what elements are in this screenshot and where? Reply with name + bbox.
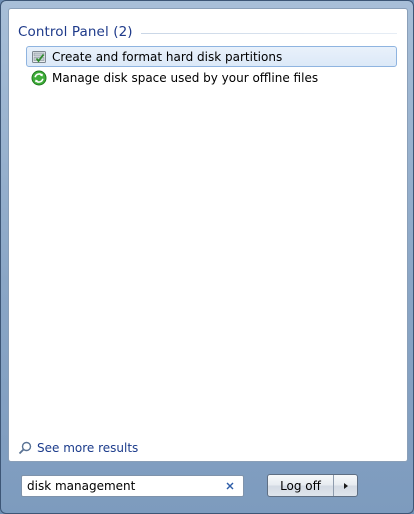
result-label: Manage disk space used by your offline f… xyxy=(52,70,319,85)
start-search-box[interactable] xyxy=(21,475,244,497)
disk-management-icon xyxy=(31,49,47,65)
search-input[interactable] xyxy=(22,477,223,495)
result-label: Create and format hard disk partitions xyxy=(52,49,283,64)
search-results-pane: Control Panel (2) Create and format hard… xyxy=(8,8,408,462)
right-arrow-icon xyxy=(343,482,348,489)
result-manage-offline-files[interactable]: Manage disk space used by your offline f… xyxy=(26,67,397,88)
see-more-results-link[interactable]: See more results xyxy=(18,440,138,456)
logoff-button[interactable]: Log off xyxy=(268,475,334,496)
magnifier-icon xyxy=(18,441,32,455)
sync-center-icon xyxy=(31,70,47,86)
group-divider xyxy=(140,32,397,34)
result-create-format-partitions[interactable]: Create and format hard disk partitions xyxy=(26,46,397,67)
see-more-label: See more results xyxy=(37,441,139,455)
start-menu: Control Panel (2) Create and format hard… xyxy=(0,0,414,514)
group-title: Control Panel (2) xyxy=(18,24,133,40)
shutdown-options-button[interactable] xyxy=(334,475,357,496)
control-panel-group-header[interactable]: Control Panel (2) xyxy=(18,22,397,42)
clear-search-icon[interactable] xyxy=(223,479,237,493)
power-button-group: Log off xyxy=(267,474,358,497)
